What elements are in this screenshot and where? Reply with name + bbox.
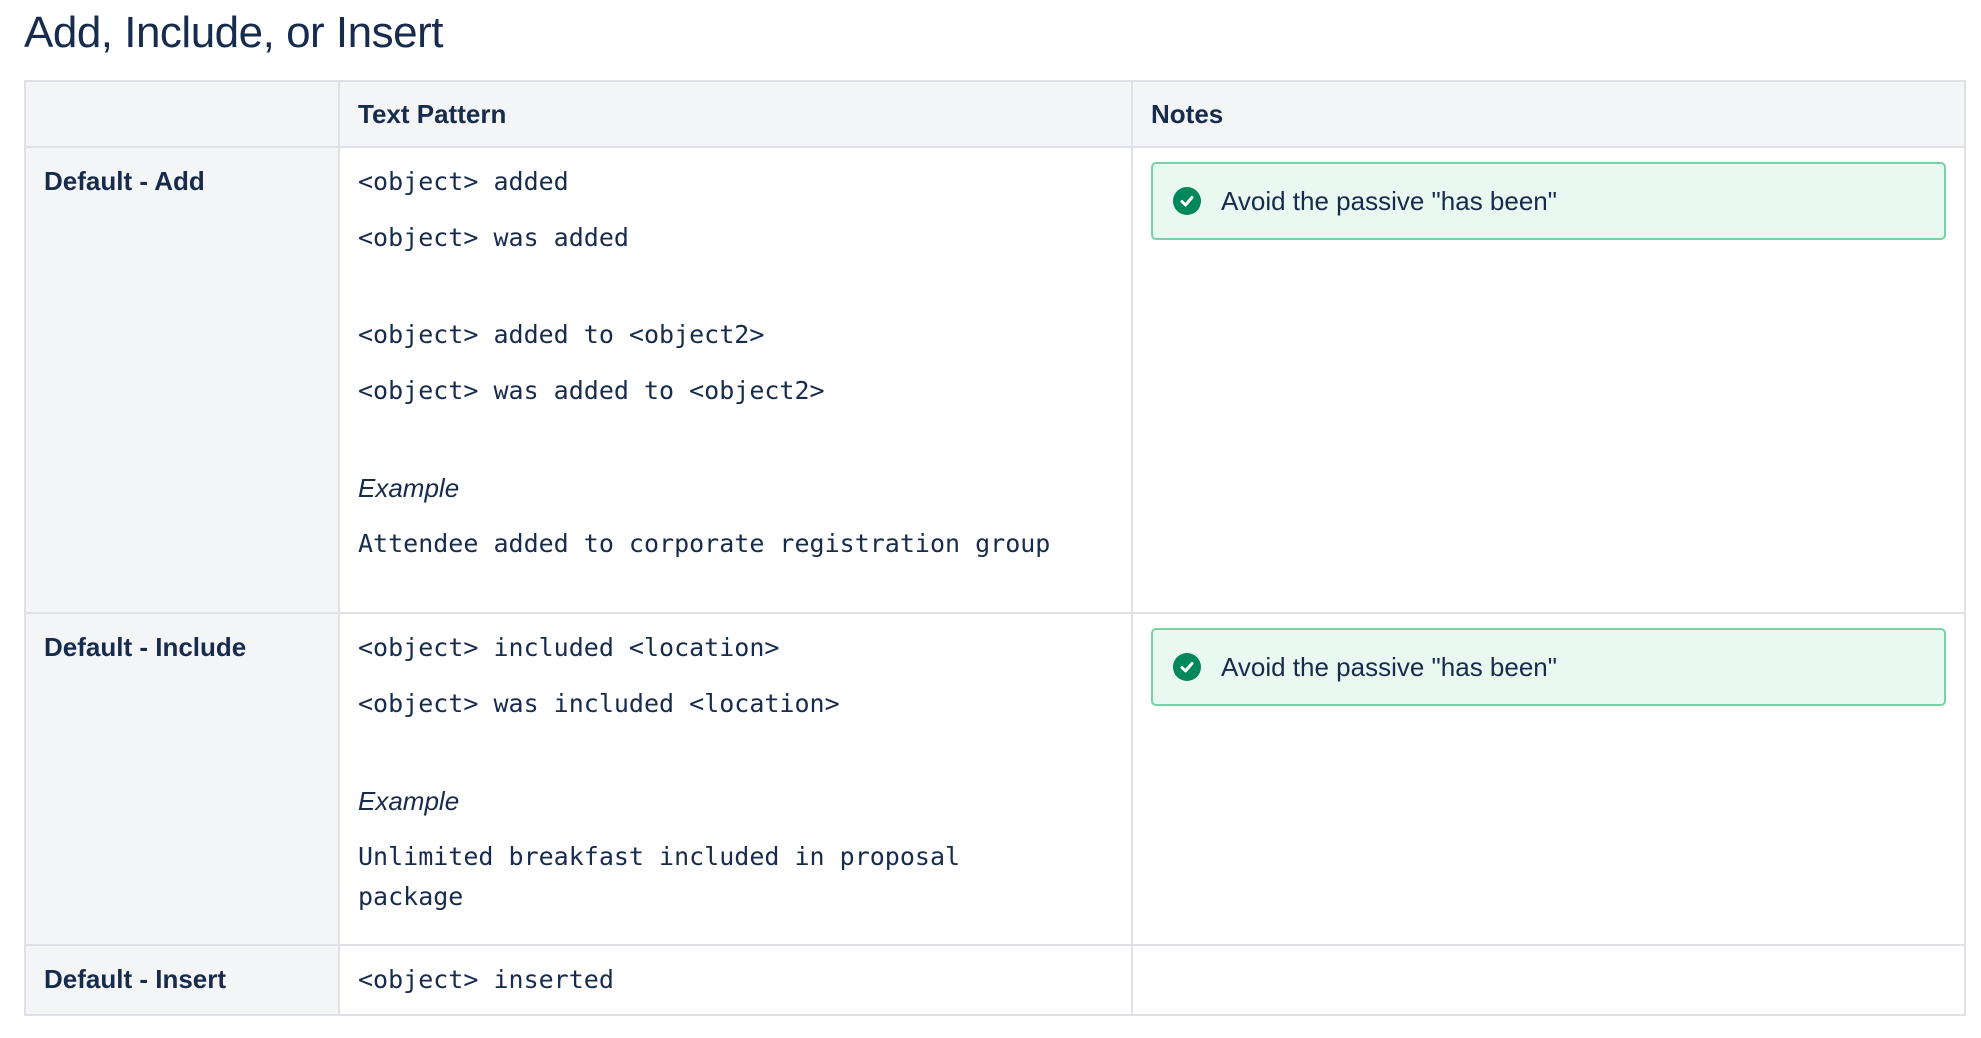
header-cell-text-pattern: Text Pattern [338, 80, 1133, 148]
table-row: Default - Include <object> included <loc… [24, 612, 1966, 946]
text-pattern-table: Text Pattern Notes Default - Add <object… [24, 80, 1966, 1016]
row-label: Default - Include [24, 612, 340, 946]
example-label: Example [358, 786, 460, 816]
check-circle-icon [1173, 187, 1201, 215]
page: Add, Include, or Insert Text Pattern Not… [0, 0, 1981, 1038]
table-header-row: Text Pattern Notes [24, 80, 1966, 148]
pattern-text: <object> inserted [358, 965, 614, 994]
check-circle-icon [1173, 653, 1201, 681]
example-label: Example [358, 473, 460, 503]
success-note: Avoid the passive "has been" [1151, 628, 1946, 706]
table-row: Default - Add <object> added <object> wa… [24, 146, 1966, 614]
success-note: Avoid the passive "has been" [1151, 162, 1946, 240]
text-pattern-cell: <object> included <location> <object> wa… [338, 612, 1133, 946]
notes-cell: Avoid the passive "has been" [1131, 146, 1966, 614]
pattern-text: <object> included <location> [358, 633, 780, 662]
example-text: Unlimited breakfast included in proposal… [358, 842, 961, 911]
note-text: Avoid the passive "has been" [1221, 185, 1557, 216]
page-title: Add, Include, or Insert [24, 8, 443, 57]
note-text: Avoid the passive "has been" [1221, 651, 1557, 682]
header-cell-empty [24, 80, 340, 148]
text-pattern-cell: <object> inserted [338, 944, 1133, 1016]
header-cell-notes: Notes [1131, 80, 1966, 148]
example-text: Attendee added to corporate registration… [358, 529, 1051, 558]
pattern-text: <object> was added to <object2> [358, 376, 825, 405]
pattern-text: <object> was added [358, 223, 629, 252]
row-label: Default - Insert [24, 944, 340, 1016]
table-row: Default - Insert <object> inserted [24, 944, 1966, 1016]
pattern-text: <object> added [358, 167, 569, 196]
row-label: Default - Add [24, 146, 340, 614]
pattern-text: <object> was included <location> [358, 689, 840, 718]
notes-cell: Avoid the passive "has been" [1131, 612, 1966, 946]
text-pattern-cell: <object> added <object> was added <objec… [338, 146, 1133, 614]
notes-cell [1131, 944, 1966, 1016]
pattern-text: <object> added to <object2> [358, 320, 765, 349]
